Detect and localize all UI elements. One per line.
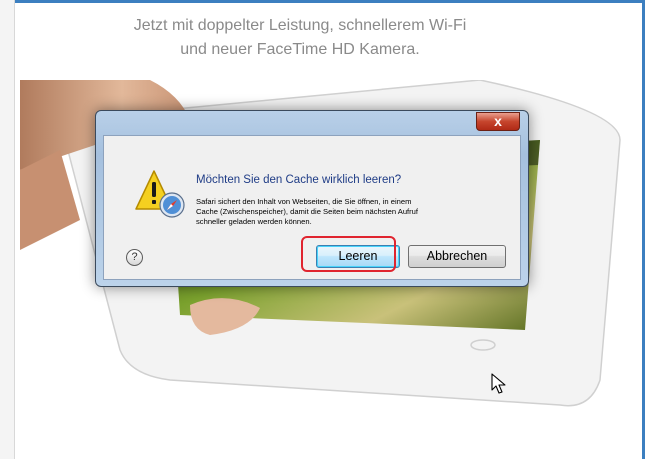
abbrechen-button[interactable]: Abbrechen bbox=[408, 245, 506, 268]
page-headline: Jetzt mit doppelter Leistung, schnellere… bbox=[50, 14, 550, 62]
headline-line-1: Jetzt mit doppelter Leistung, schnellere… bbox=[133, 17, 467, 34]
help-icon[interactable]: ? bbox=[126, 249, 143, 266]
browser-left-edge bbox=[0, 0, 15, 459]
content-line: schneller geladen werden können. bbox=[196, 217, 312, 227]
content-line: Cache (Zwischenspeicher), damit die Seit… bbox=[196, 207, 419, 217]
content-line: Safari sichert den Inhalt von Webseiten,… bbox=[196, 197, 412, 206]
warning-icon bbox=[134, 169, 186, 219]
safari-compass-icon bbox=[159, 192, 185, 218]
dialog-main-instruction: Möchten Sie den Cache wirklich leeren? bbox=[196, 174, 402, 186]
headline-line-2: und neuer FaceTime HD Kamera. bbox=[180, 41, 420, 58]
mouse-cursor-icon bbox=[491, 373, 507, 395]
close-button[interactable]: x bbox=[476, 112, 520, 131]
dialog-content-text: Safari sichert den Inhalt von Webseiten,… bbox=[196, 197, 516, 228]
annotation-highlight-box bbox=[301, 236, 396, 272]
